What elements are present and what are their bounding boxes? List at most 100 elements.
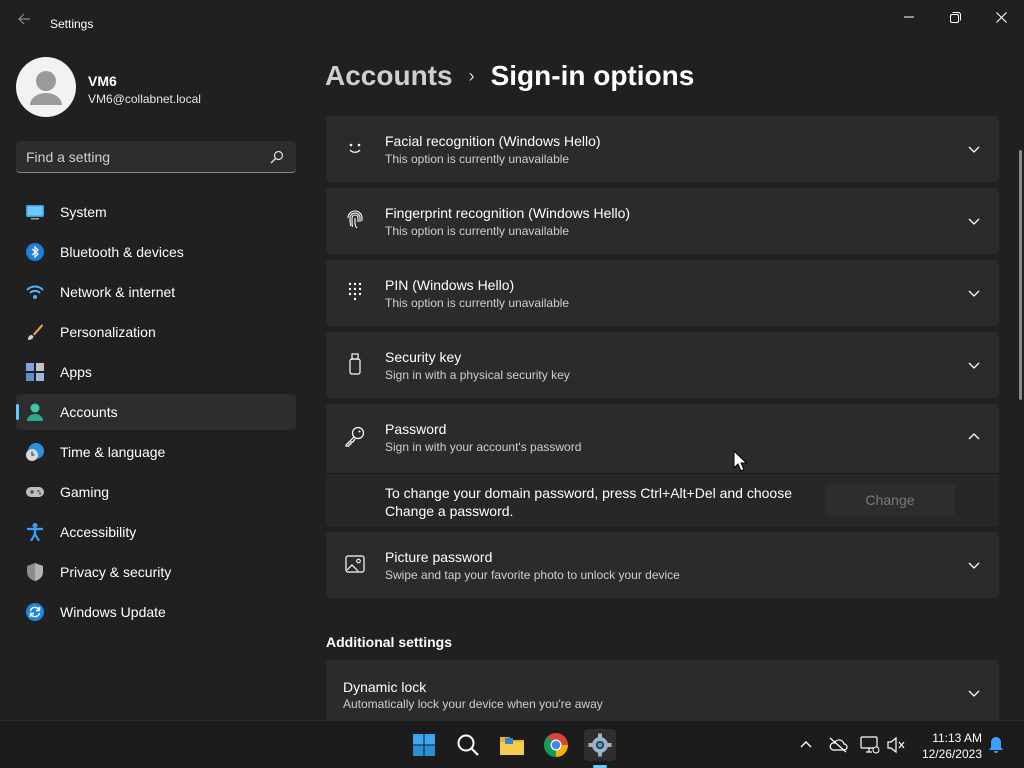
chevron-down-icon[interactable] [967, 686, 981, 700]
notification-bell-icon[interactable] [986, 735, 1006, 755]
back-arrow-icon[interactable] [14, 12, 34, 32]
sidebar-item-apps[interactable]: Apps [16, 354, 296, 390]
option-subtitle: Automatically lock your device when you'… [343, 697, 603, 711]
option-facial-recognition[interactable]: Facial recognition (Windows Hello) This … [326, 116, 999, 182]
chevron-down-icon[interactable] [967, 214, 981, 228]
option-subtitle: Sign in with your account's password [385, 440, 582, 454]
chevron-down-icon[interactable] [967, 286, 981, 300]
user-profile[interactable]: VM6 VM6@collabnet.local [16, 57, 306, 117]
monitor-icon [26, 205, 44, 220]
sidebar-item-accounts[interactable]: Accounts [16, 394, 296, 430]
wifi-icon [26, 285, 44, 299]
option-subtitle: This option is currently unavailable [385, 152, 570, 166]
sidebar-nav: System Bluetooth & devices Network & int… [16, 194, 296, 634]
sidebar-item-label: Windows Update [60, 604, 166, 620]
option-password[interactable]: Password Sign in with your account's pas… [326, 404, 999, 473]
search-icon[interactable] [270, 150, 284, 164]
sidebar-item-system[interactable]: System [16, 194, 296, 230]
sidebar-item-label: System [60, 204, 107, 220]
restore-button[interactable] [932, 6, 978, 28]
scrollbar[interactable] [1019, 150, 1022, 400]
sidebar-item-label: Bluetooth & devices [60, 244, 184, 260]
page-title: Sign-in options [490, 60, 695, 91]
chevron-down-icon[interactable] [967, 358, 981, 372]
sidebar-item-network[interactable]: Network & internet [16, 274, 296, 310]
bluetooth-icon [26, 243, 44, 261]
app-title: Settings [50, 17, 94, 31]
avatar [16, 57, 76, 117]
chevron-down-icon[interactable] [967, 142, 981, 156]
title-bar: Settings [0, 0, 1024, 40]
chevron-up-icon[interactable] [967, 430, 981, 444]
sidebar-item-gaming[interactable]: Gaming [16, 474, 296, 510]
sidebar-item-label: Accounts [60, 404, 118, 420]
clock-date[interactable]: 12/26/2023 [912, 747, 982, 761]
search-icon[interactable] [452, 729, 484, 761]
option-title: PIN (Windows Hello) [385, 277, 515, 293]
change-password-button[interactable]: Change [825, 484, 955, 516]
volume-muted-icon[interactable] [886, 735, 906, 755]
sidebar-item-privacy-security[interactable]: Privacy & security [16, 554, 296, 590]
sidebar-item-bluetooth[interactable]: Bluetooth & devices [16, 234, 296, 270]
shield-icon [27, 563, 43, 581]
sidebar-item-label: Apps [60, 364, 92, 380]
option-subtitle: Swipe and tap your favorite photo to unl… [385, 568, 680, 582]
person-icon [27, 403, 43, 421]
windows-start-icon[interactable] [408, 729, 440, 761]
password-instructions: To change your domain password, press Ct… [385, 485, 792, 519]
breadcrumb-separator: › [468, 65, 475, 86]
key-icon [345, 426, 365, 447]
additional-settings-heading: Additional settings [326, 634, 452, 650]
close-button[interactable] [978, 6, 1024, 28]
file-explorer-icon[interactable] [496, 729, 528, 761]
password-expanded-panel: To change your domain password, press Ct… [326, 473, 999, 527]
minimize-button[interactable] [886, 6, 932, 28]
chrome-icon[interactable] [540, 729, 572, 761]
sidebar-item-label: Network & internet [60, 284, 176, 300]
breadcrumb-parent[interactable]: Accounts [325, 60, 453, 92]
gamepad-icon [26, 487, 44, 497]
face-icon [349, 143, 361, 153]
option-pin[interactable]: PIN (Windows Hello) This option is curre… [326, 260, 999, 326]
option-picture-password[interactable]: Picture password Swipe and tap your favo… [326, 532, 999, 598]
sidebar-item-label: Privacy & security [60, 564, 172, 580]
accessibility-icon [27, 523, 43, 541]
brush-icon [28, 324, 43, 340]
search-box[interactable] [16, 141, 296, 173]
onedrive-offline-icon[interactable] [828, 735, 848, 755]
sidebar-item-accessibility[interactable]: Accessibility [16, 514, 296, 550]
settings-gear-icon[interactable] [584, 729, 616, 761]
taskbar: 11:13 AM 12/26/2023 [0, 720, 1024, 768]
sidebar-item-label: Accessibility [60, 524, 137, 540]
option-title: Dynamic lock [343, 679, 427, 695]
apps-icon [26, 363, 44, 381]
usb-key-icon [349, 353, 361, 375]
option-subtitle: This option is currently unavailable [385, 224, 570, 238]
option-title: Password [385, 421, 447, 437]
chevron-up-icon[interactable] [796, 735, 816, 755]
option-title: Facial recognition (Windows Hello) [385, 133, 601, 149]
option-fingerprint-recognition[interactable]: Fingerprint recognition (Windows Hello) … [326, 188, 999, 254]
option-dynamic-lock[interactable]: Dynamic lock Automatically lock your dev… [326, 660, 999, 720]
picture-icon [345, 555, 365, 573]
chevron-down-icon[interactable] [967, 558, 981, 572]
user-name: VM6 [88, 73, 117, 89]
sidebar-item-label: Gaming [60, 484, 110, 500]
network-display-icon[interactable] [860, 735, 880, 755]
option-title: Picture password [385, 549, 493, 565]
fingerprint-icon [347, 210, 363, 229]
option-subtitle: This option is currently unavailable [385, 296, 570, 310]
sidebar-item-label: Time & language [60, 444, 166, 460]
sidebar-item-personalization[interactable]: Personalization [16, 314, 296, 350]
user-email: VM6@collabnet.local [88, 92, 201, 106]
sidebar-item-time-language[interactable]: Time & language [16, 434, 296, 470]
option-title: Fingerprint recognition (Windows Hello) [385, 205, 631, 221]
option-title: Security key [385, 349, 462, 365]
sidebar-item-label: Personalization [60, 324, 156, 340]
option-security-key[interactable]: Security key Sign in with a physical sec… [326, 332, 999, 398]
search-input[interactable] [26, 147, 256, 167]
sidebar-item-windows-update[interactable]: Windows Update [16, 594, 296, 630]
sync-icon [26, 603, 44, 621]
mouse-cursor-icon [733, 450, 747, 472]
clock-time[interactable]: 11:13 AM [920, 731, 982, 745]
